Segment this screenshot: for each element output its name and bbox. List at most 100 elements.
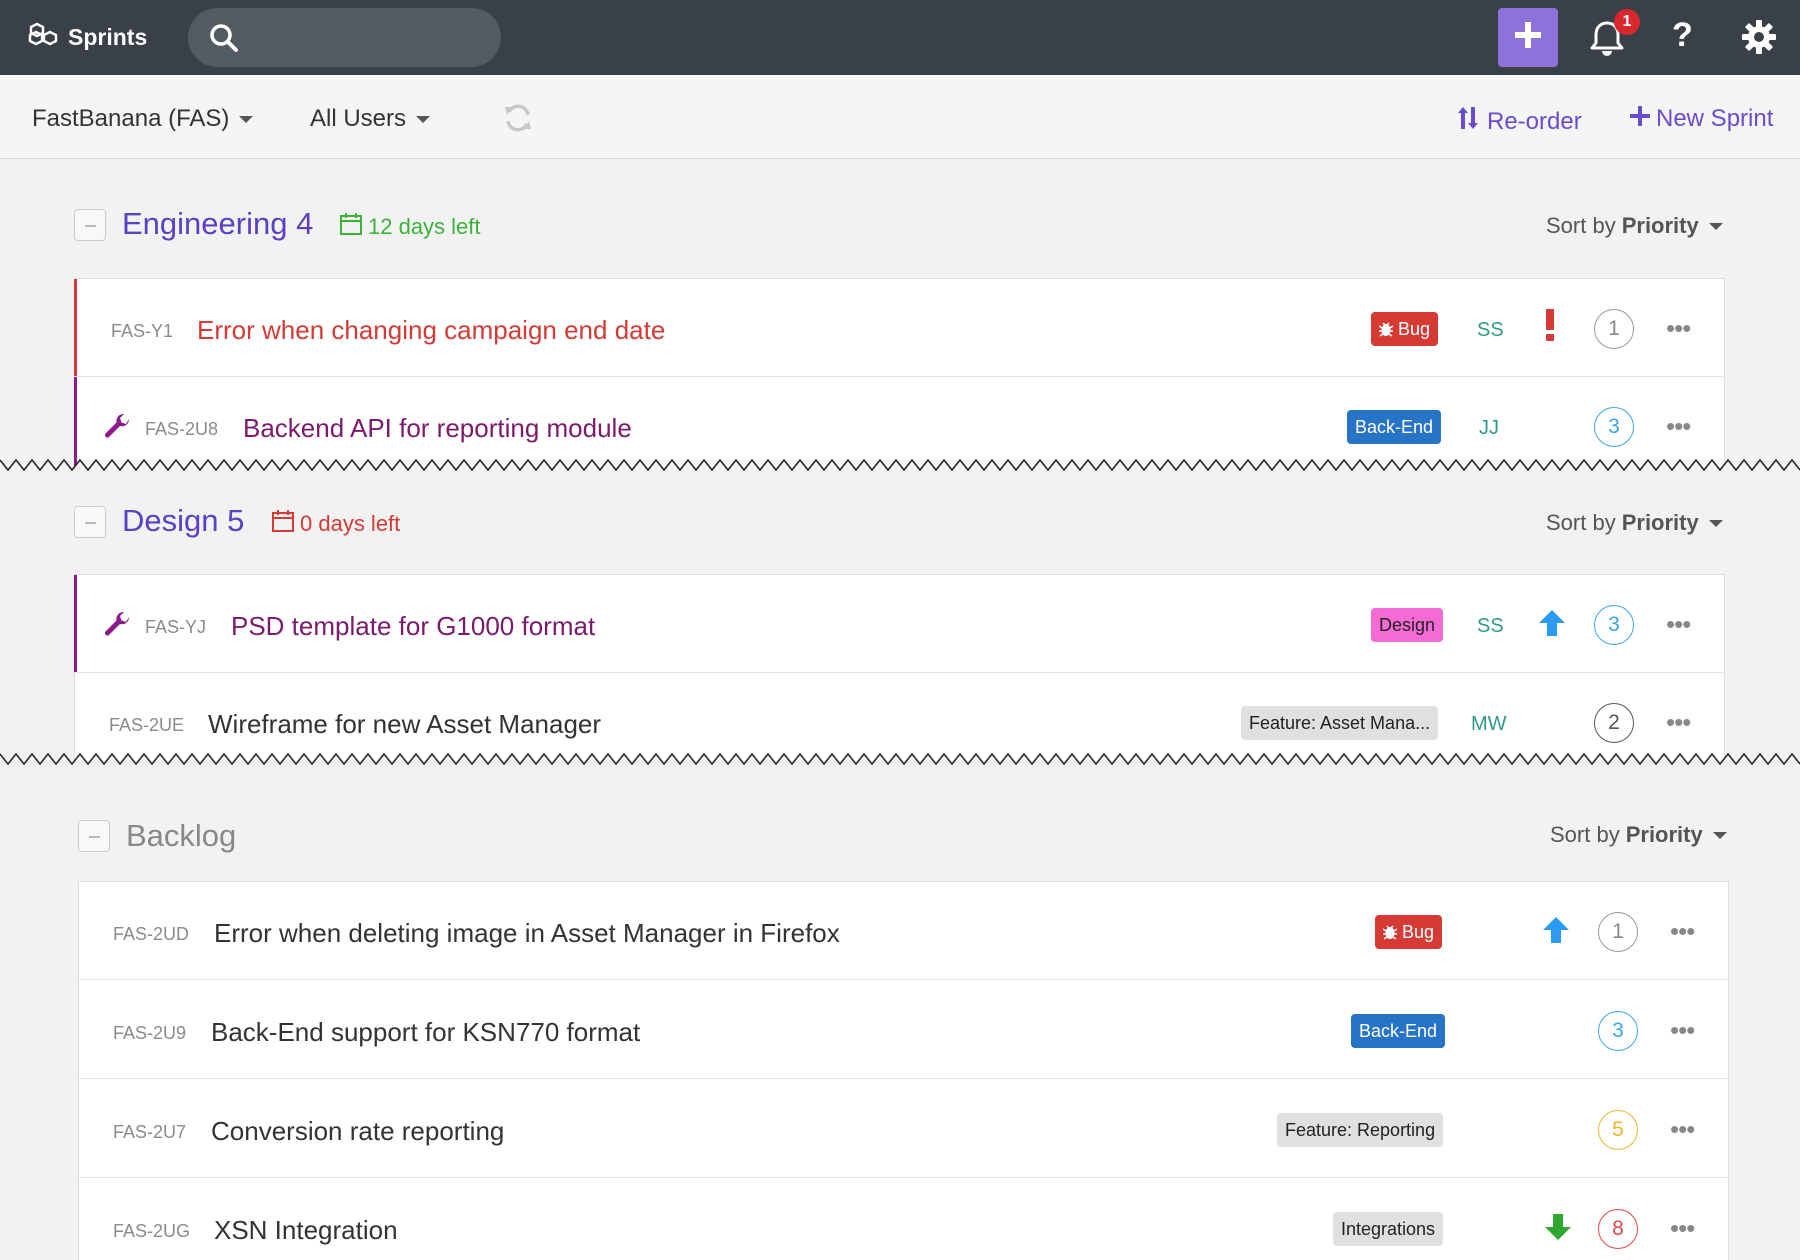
reorder-label: Re-order (1487, 107, 1582, 135)
story-points-badge[interactable]: 1 (1594, 309, 1634, 349)
refresh-button[interactable] (503, 103, 533, 138)
app-brand[interactable]: Sprints (28, 22, 147, 52)
task-key[interactable]: FAS-2UG (113, 1221, 190, 1242)
task-key[interactable]: FAS-2U8 (145, 419, 218, 440)
bell-icon (1590, 21, 1624, 60)
caret-down-icon (1708, 519, 1723, 527)
cubes-icon (28, 22, 68, 52)
collapse-button[interactable] (74, 506, 106, 538)
task-key[interactable]: FAS-2U7 (113, 1122, 186, 1143)
task-title[interactable]: Backend API for reporting module (243, 413, 632, 444)
bug-icon (1378, 322, 1394, 337)
sprint-design: Design 5 0 days left Sort by Priority FA… (0, 478, 1800, 760)
task-title[interactable]: Error when changing campaign end date (197, 315, 665, 346)
tag-feature[interactable]: Feature: Asset Mana... (1241, 706, 1439, 740)
tag-integrations[interactable]: Integrations (1333, 1212, 1444, 1246)
story-points-badge[interactable]: 1 (1598, 912, 1638, 952)
task-title[interactable]: Back-End support for KSN770 format (211, 1017, 640, 1048)
ellipsis-icon[interactable]: ••• (1670, 1114, 1695, 1145)
ellipsis-icon[interactable]: ••• (1666, 707, 1691, 738)
sort-label: Sort by (1546, 510, 1616, 535)
section-tear-divider (0, 458, 1800, 478)
ellipsis-icon[interactable]: ••• (1666, 609, 1691, 640)
tag-backend[interactable]: Back-End (1347, 410, 1442, 444)
new-sprint-label: New Sprint (1656, 105, 1774, 132)
sprint-title[interactable]: Engineering 4 (122, 206, 313, 242)
assignee-initials[interactable]: MW (1471, 713, 1507, 736)
task-key[interactable]: FAS-2UE (109, 715, 184, 736)
backlog-section: Backlog Sort by Priority FAS-2UD Error w… (0, 772, 1800, 1260)
assignee-initials[interactable]: SS (1477, 319, 1504, 342)
collapse-button[interactable] (74, 209, 106, 241)
wrench-icon (105, 413, 131, 444)
ellipsis-icon[interactable]: ••• (1670, 1213, 1695, 1244)
settings-button[interactable] (1742, 20, 1776, 59)
top-navbar: Sprints 1 ? (0, 0, 1800, 75)
days-left-label: 0 days left (272, 510, 400, 538)
sprint-toolbar: FastBanana (FAS) All Users Re-order New … (0, 75, 1800, 159)
bug-icon (1382, 925, 1398, 940)
task-key[interactable]: FAS-2U9 (113, 1023, 186, 1044)
tag-design[interactable]: Design (1371, 608, 1444, 642)
sort-label: Sort by (1546, 213, 1616, 238)
tag-feature[interactable]: Feature: Reporting (1277, 1113, 1444, 1147)
task-title[interactable]: PSD template for G1000 format (231, 611, 595, 642)
task-row[interactable]: FAS-2UG XSN Integration Integrations 8 •… (79, 1179, 1728, 1260)
story-points-badge[interactable]: 3 (1594, 605, 1634, 645)
assignee-initials[interactable]: SS (1477, 615, 1504, 638)
caret-down-icon (1708, 222, 1723, 230)
task-title[interactable]: Wireframe for new Asset Manager (208, 709, 601, 740)
assignee-initials[interactable]: JJ (1479, 417, 1499, 440)
ellipsis-icon[interactable]: ••• (1666, 411, 1691, 442)
type-indicator (74, 279, 77, 376)
sort-value: Priority (1625, 822, 1703, 847)
project-dropdown[interactable]: FastBanana (FAS) (32, 105, 254, 133)
add-button[interactable] (1498, 8, 1558, 67)
story-points-badge[interactable]: 8 (1598, 1209, 1638, 1249)
backlog-title[interactable]: Backlog (126, 818, 236, 854)
sort-dropdown[interactable]: Sort by Priority (1546, 213, 1723, 239)
task-key[interactable]: FAS-YJ (145, 617, 206, 638)
task-title[interactable]: Conversion rate reporting (211, 1116, 504, 1147)
sort-arrows-icon (1457, 105, 1479, 138)
ellipsis-icon[interactable]: ••• (1670, 1015, 1695, 1046)
collapse-button[interactable] (78, 820, 110, 852)
backlog-task-list: FAS-2UD Error when deleting image in Ass… (78, 881, 1729, 1260)
users-dropdown-label: All Users (310, 105, 407, 132)
search-input[interactable] (188, 8, 501, 67)
task-row[interactable]: FAS-2U7 Conversion rate reporting Featur… (79, 1080, 1728, 1178)
tag-backend[interactable]: Back-End (1351, 1014, 1446, 1048)
sprint-engineering: Engineering 4 12 days left Sort by Prior… (0, 159, 1800, 475)
ellipsis-icon[interactable]: ••• (1670, 916, 1695, 947)
tag-bug[interactable]: Bug (1371, 312, 1439, 346)
exclamation-icon (1544, 309, 1556, 346)
task-row[interactable]: FAS-Y1 Error when changing campaign end … (74, 279, 1724, 377)
tag-bug[interactable]: Bug (1375, 915, 1443, 949)
caret-down-icon (239, 115, 254, 123)
sprint-title[interactable]: Design 5 (122, 503, 244, 539)
new-sprint-button[interactable]: New Sprint (1630, 105, 1773, 133)
reorder-button[interactable]: Re-order (1457, 105, 1582, 138)
ellipsis-icon[interactable]: ••• (1666, 313, 1691, 344)
caret-down-icon (1712, 831, 1727, 839)
task-title[interactable]: Error when deleting image in Asset Manag… (214, 918, 840, 949)
task-row[interactable]: FAS-2UD Error when deleting image in Ass… (79, 882, 1728, 980)
task-row[interactable]: FAS-2U9 Back-End support for KSN770 form… (79, 981, 1728, 1079)
project-dropdown-label: FastBanana (FAS) (32, 105, 230, 132)
calendar-icon (272, 510, 300, 538)
days-left-text: 0 days left (300, 511, 401, 536)
sort-dropdown[interactable]: Sort by Priority (1546, 510, 1723, 536)
help-button[interactable]: ? (1672, 16, 1693, 55)
sort-dropdown[interactable]: Sort by Priority (1550, 822, 1727, 848)
task-title[interactable]: XSN Integration (214, 1215, 398, 1246)
story-points-badge[interactable]: 2 (1594, 703, 1634, 743)
task-row[interactable]: FAS-YJ PSD template for G1000 format Des… (74, 575, 1724, 673)
story-points-badge[interactable]: 3 (1594, 407, 1634, 447)
sort-value: Priority (1621, 510, 1699, 535)
story-points-badge[interactable]: 5 (1598, 1110, 1638, 1150)
story-points-badge[interactable]: 3 (1598, 1011, 1638, 1051)
task-key[interactable]: FAS-Y1 (111, 321, 173, 342)
task-key[interactable]: FAS-2UD (113, 924, 189, 945)
users-dropdown[interactable]: All Users (310, 105, 431, 133)
arrow-up-icon (1538, 609, 1566, 642)
